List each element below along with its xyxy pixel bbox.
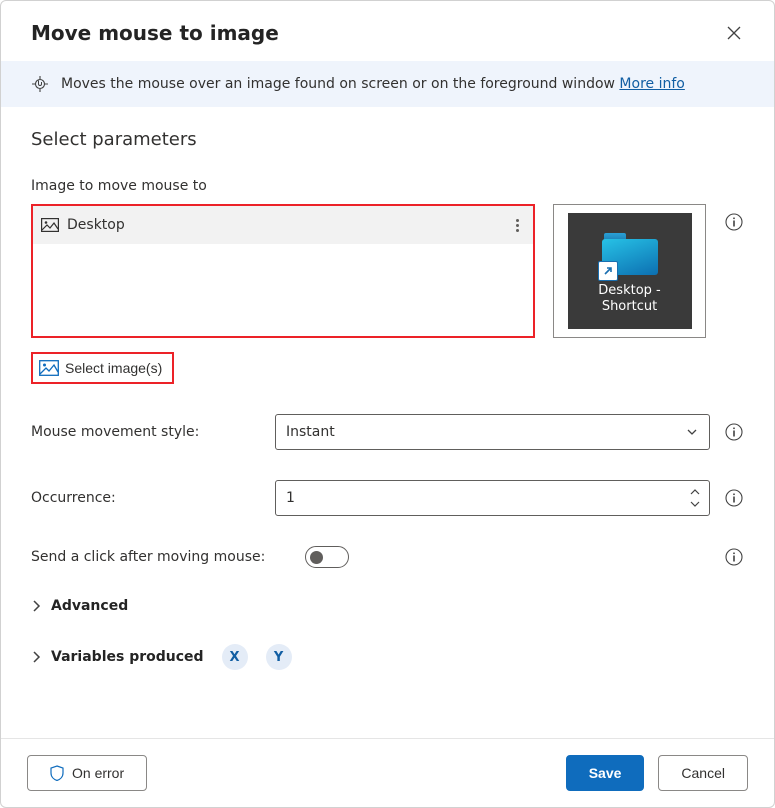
chevron-down-icon [685, 425, 699, 439]
info-icon[interactable] [724, 488, 744, 508]
banner-text: Moves the mouse over an image found on s… [61, 76, 685, 92]
movement-style-row: Mouse movement style: Instant [31, 414, 744, 450]
image-list-item[interactable]: Desktop [33, 206, 533, 244]
section-title: Select parameters [31, 129, 744, 150]
variable-chip-y[interactable]: Y [266, 644, 292, 670]
close-icon [727, 26, 741, 40]
info-icon[interactable] [724, 422, 744, 442]
preview-caption: Desktop - Shortcut [598, 283, 660, 316]
image-list[interactable]: Desktop [31, 204, 535, 338]
movement-style-dropdown[interactable]: Instant [275, 414, 710, 450]
cancel-button[interactable]: Cancel [658, 755, 748, 791]
dialog-footer: On error Save Cancel [1, 738, 774, 807]
occurrence-input[interactable]: 1 [275, 480, 710, 516]
image-item-menu-button[interactable] [512, 215, 523, 236]
image-item-label: Desktop [67, 217, 125, 233]
info-banner: Moves the mouse over an image found on s… [1, 61, 774, 107]
image-preview: Desktop - Shortcut [553, 204, 706, 338]
chevron-up-icon [690, 489, 700, 495]
image-icon [39, 360, 59, 376]
folder-shortcut-icon [602, 233, 658, 275]
dropdown-value: Instant [286, 424, 335, 440]
info-icon[interactable] [724, 212, 744, 232]
info-icon[interactable] [724, 547, 744, 567]
dialog-body: Select parameters Image to move mouse to… [1, 107, 774, 738]
variables-expander[interactable]: Variables produced X Y [31, 644, 744, 670]
shield-icon [50, 765, 64, 781]
chevron-right-icon [31, 600, 41, 612]
image-icon [41, 218, 59, 232]
advanced-expander[interactable]: Advanced [31, 598, 744, 614]
chevron-right-icon [31, 651, 41, 663]
image-selection-row: Desktop D [31, 204, 744, 338]
spinner-up-button[interactable] [687, 487, 703, 497]
image-field-label: Image to move mouse to [31, 178, 744, 194]
more-info-link[interactable]: More info [619, 76, 684, 92]
save-button[interactable]: Save [566, 755, 645, 791]
on-error-button[interactable]: On error [27, 755, 147, 791]
spinner-down-button[interactable] [687, 499, 703, 509]
dialog-title: Move mouse to image [31, 21, 279, 45]
send-click-label: Send a click after moving mouse: [31, 549, 291, 565]
occurrence-label: Occurrence: [31, 490, 261, 506]
select-images-button[interactable]: Select image(s) [31, 352, 174, 384]
send-click-toggle[interactable] [305, 546, 349, 568]
send-click-row: Send a click after moving mouse: [31, 546, 744, 568]
mouse-target-icon [31, 75, 49, 93]
movement-style-label: Mouse movement style: [31, 424, 261, 440]
occurrence-row: Occurrence: 1 [31, 480, 744, 516]
occurrence-value: 1 [286, 490, 687, 506]
image-preview-content: Desktop - Shortcut [568, 213, 692, 329]
variable-chip-x[interactable]: X [222, 644, 248, 670]
chevron-down-icon [690, 501, 700, 507]
close-button[interactable] [720, 19, 748, 47]
dialog: Move mouse to image Moves the mouse over… [0, 0, 775, 808]
dialog-header: Move mouse to image [1, 1, 774, 61]
